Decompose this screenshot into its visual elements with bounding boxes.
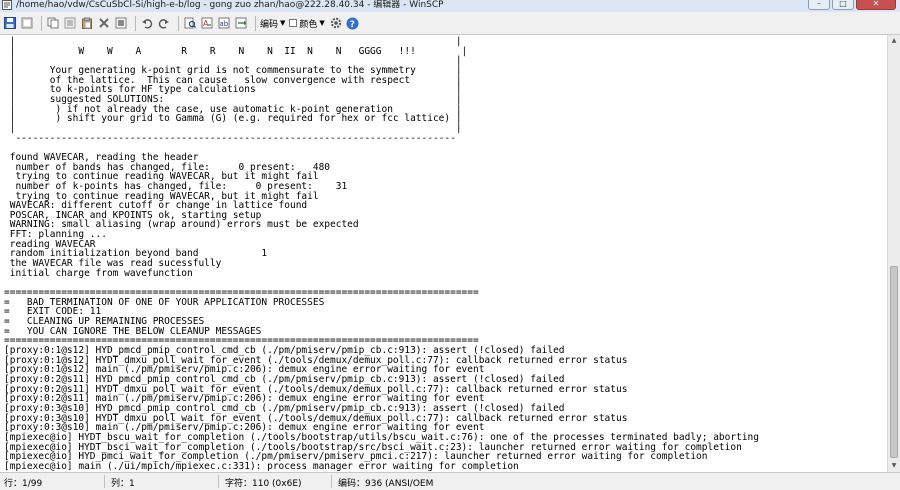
paste-icon bbox=[82, 17, 92, 29]
paste-button[interactable] bbox=[80, 16, 94, 30]
delete-button[interactable] bbox=[97, 16, 111, 30]
encoding-dropdown[interactable]: 编码 ▼ bbox=[260, 17, 285, 30]
select-all-button[interactable] bbox=[114, 16, 128, 30]
maximize-button[interactable]: □ bbox=[832, 0, 854, 10]
color-swatch-checkbox[interactable] bbox=[289, 19, 298, 27]
status-divider bbox=[218, 475, 219, 488]
minimize-button[interactable]: – bbox=[808, 0, 830, 10]
scrollbar-thumb[interactable] bbox=[890, 265, 898, 458]
title-bar: /home/hao/vdw/CsCuSbCl-Si/high-e-b/log -… bbox=[0, 0, 900, 12]
replace-button[interactable]: ab bbox=[217, 16, 231, 30]
status-encoding: 编码：936 (ANSI/OEM bbox=[338, 479, 434, 489]
goto-line-button[interactable] bbox=[234, 16, 248, 30]
select-all-icon bbox=[115, 17, 127, 29]
scroll-up-arrow[interactable]: ▲ bbox=[888, 35, 900, 47]
vertical-scrollbar[interactable]: ▲ ▼ bbox=[887, 35, 900, 472]
color-dropdown[interactable]: 颜色 ▼ bbox=[289, 17, 325, 30]
toolbar-separator bbox=[41, 15, 42, 31]
reload-icon bbox=[21, 17, 33, 29]
toolbar-separator bbox=[178, 15, 179, 31]
preferences-button[interactable] bbox=[329, 16, 343, 30]
gear-icon bbox=[330, 17, 342, 29]
cut-icon bbox=[64, 17, 76, 29]
status-line: 行：1/99 bbox=[4, 479, 43, 489]
find-button[interactable] bbox=[183, 16, 197, 30]
scroll-down-arrow[interactable]: ▼ bbox=[888, 460, 900, 472]
window-controls: – □ ✕ bbox=[808, 0, 896, 10]
help-button[interactable]: ? bbox=[346, 16, 360, 30]
status-column: 列：1 bbox=[111, 479, 135, 489]
redo-button[interactable] bbox=[157, 16, 171, 30]
toolbar-separator bbox=[135, 15, 136, 31]
status-bar: 行：1/99 列：1 字符：110 (0x6E) 编码：936 (ANSI/OE… bbox=[0, 472, 900, 490]
color-label: 颜色 bbox=[299, 19, 318, 30]
window-title: /home/hao/vdw/CsCuSbCl-Si/high-e-b/log -… bbox=[16, 0, 444, 10]
find-next-icon: A bbox=[201, 17, 213, 29]
replace-icon: ab bbox=[218, 17, 230, 29]
editor-text[interactable]: | | | W W A R R N N II N N GGGG !!! | | bbox=[0, 35, 887, 472]
copy-icon bbox=[47, 17, 59, 29]
status-character: 字符：110 (0x6E) bbox=[225, 479, 302, 489]
reload-button[interactable] bbox=[20, 16, 34, 30]
find-icon bbox=[184, 17, 196, 29]
undo-icon bbox=[142, 19, 153, 29]
status-divider bbox=[331, 475, 332, 488]
encoding-label: 编码 bbox=[260, 19, 279, 30]
cut-button[interactable] bbox=[63, 16, 77, 30]
goto-line-icon bbox=[235, 17, 247, 29]
find-next-button[interactable]: A bbox=[200, 16, 214, 30]
save-button[interactable] bbox=[3, 16, 17, 30]
svg-text:?: ? bbox=[350, 20, 355, 30]
delete-icon bbox=[99, 18, 109, 28]
svg-text:ab: ab bbox=[220, 20, 229, 28]
status-divider bbox=[104, 475, 105, 488]
help-icon: ? bbox=[346, 17, 359, 30]
chevron-down-icon: ▼ bbox=[280, 19, 286, 27]
toolbar-separator bbox=[255, 15, 256, 31]
chevron-down-icon: ▼ bbox=[319, 19, 325, 27]
editor-toolbar: A ab 编码 ▼ 颜色 ▼ ? bbox=[0, 12, 900, 35]
close-button[interactable]: ✕ bbox=[856, 0, 896, 10]
save-icon bbox=[4, 17, 16, 29]
undo-button[interactable] bbox=[140, 16, 154, 30]
winscp-app-icon bbox=[2, 0, 12, 10]
copy-button[interactable] bbox=[46, 16, 60, 30]
redo-icon bbox=[158, 19, 169, 29]
text-editor-area[interactable]: | | | W W A R R N N II N N GGGG !!! | | bbox=[0, 35, 887, 472]
svg-text:A: A bbox=[203, 19, 209, 28]
